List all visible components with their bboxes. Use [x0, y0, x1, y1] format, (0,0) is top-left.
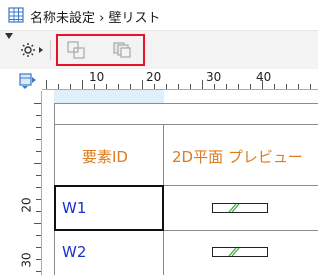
- wall-preview-icon: [212, 247, 268, 257]
- header-element-id: 要素ID: [82, 148, 128, 166]
- ruler-tick: [94, 84, 95, 89]
- ruler-tick: [154, 84, 155, 89]
- ruler-tick: [70, 84, 71, 89]
- settings-menu-button[interactable]: [19, 39, 45, 61]
- ruler-tick: [190, 84, 191, 89]
- ruler-tick: [46, 80, 47, 89]
- horizontal-ruler: 10 20 30 40: [42, 70, 318, 90]
- ruler-tick: [36, 199, 41, 200]
- ruler-units-button[interactable]: [19, 72, 37, 90]
- ruler-tick: [34, 103, 41, 104]
- collapse-toolbar-button[interactable]: [4, 32, 14, 40]
- merge-element-button[interactable]: [66, 40, 86, 60]
- toolbar: [0, 31, 318, 69]
- toolbar-separator: [50, 40, 51, 60]
- ruler-label: 20: [146, 70, 162, 84]
- ruler-label: 40: [256, 70, 272, 84]
- ruler-tick: [178, 84, 179, 89]
- ruler-tick: [286, 84, 287, 89]
- stacked-squares-icon: [113, 42, 131, 58]
- ruler-tick: [226, 84, 227, 89]
- table-border: [54, 103, 318, 104]
- ruler-tick: [298, 84, 299, 89]
- table-border: [54, 124, 318, 125]
- ruler-tick: [82, 80, 83, 89]
- ruler-icon: [19, 73, 36, 89]
- window-title: 名称未設定 › 壁リスト: [30, 11, 161, 26]
- ruler-tick: [36, 139, 41, 140]
- split-element-button[interactable]: [112, 40, 132, 60]
- ruler-tick: [36, 259, 41, 260]
- wall-id-cell[interactable]: W2: [62, 243, 86, 261]
- wall-preview-icon: [212, 203, 268, 213]
- triangle-down-icon: [5, 33, 13, 39]
- ruler-tick: [166, 84, 167, 89]
- ruler-tick: [34, 163, 41, 164]
- ruler-tick: [310, 84, 311, 89]
- ruler-label: 20: [19, 197, 34, 213]
- ruler-tick: [36, 271, 41, 272]
- ruler-label: 30: [19, 252, 34, 268]
- header-2d-preview: 2D平面 プレビュー: [172, 148, 303, 166]
- ruler-tick: [36, 115, 41, 116]
- ruler-tick: [130, 84, 131, 89]
- wall-id-cell[interactable]: W1: [62, 199, 86, 217]
- gear-icon: [21, 43, 43, 57]
- ruler-tick: [274, 84, 275, 89]
- ruler-tick: [36, 187, 41, 188]
- title-bar: 名称未設定 › 壁リスト: [0, 0, 318, 31]
- ruler-tick: [58, 84, 59, 89]
- ruler-tick: [34, 223, 41, 224]
- ruler-tick: [238, 84, 239, 89]
- ruler-tick: [118, 84, 119, 89]
- overlap-squares-icon: [67, 41, 85, 59]
- ruler-tick: [36, 247, 41, 248]
- ruler-tick: [36, 151, 41, 152]
- ruler-label: 10: [89, 70, 105, 84]
- selection-strip: [54, 90, 164, 103]
- table-icon: [8, 7, 24, 23]
- vertical-ruler: 20 30: [20, 91, 42, 275]
- ruler-tick: [36, 235, 41, 236]
- ruler-tick: [214, 84, 215, 89]
- ruler-tick: [36, 211, 41, 212]
- ruler-label: 30: [206, 70, 222, 84]
- ruler-tick: [106, 84, 107, 89]
- ruler-tick: [36, 127, 41, 128]
- ruler-tick: [36, 175, 41, 176]
- ruler-tick: [142, 80, 143, 89]
- ruler-tick: [250, 84, 251, 89]
- ruler-tick: [202, 80, 203, 89]
